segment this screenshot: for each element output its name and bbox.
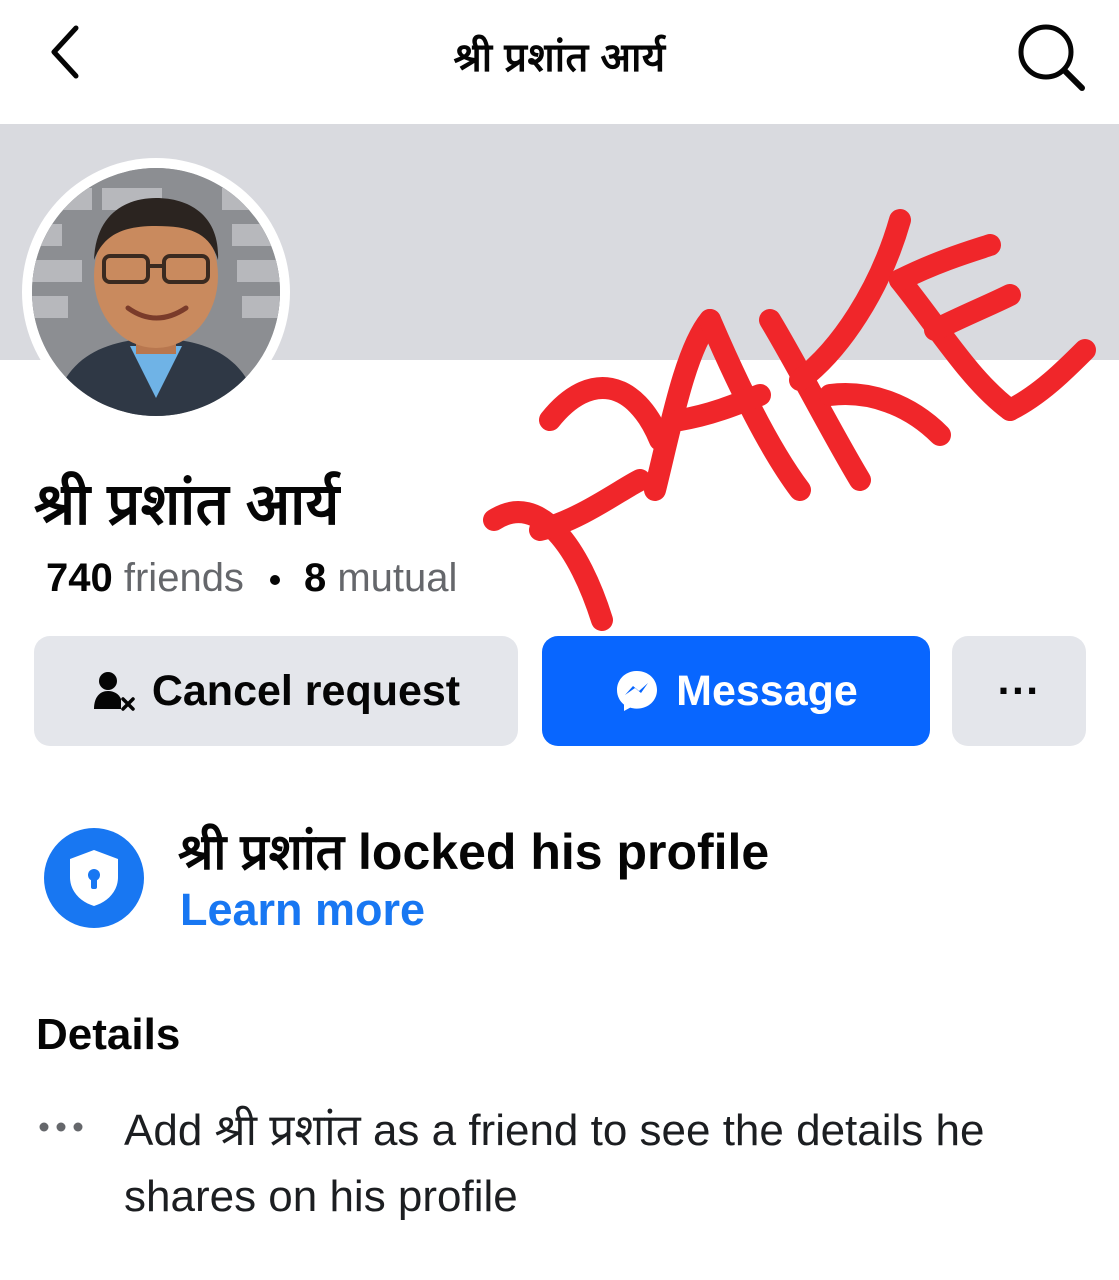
- separator-dot: [269, 575, 280, 586]
- cancel-request-label: Cancel request: [151, 666, 461, 715]
- learn-more-link[interactable]: Learn more: [180, 884, 425, 936]
- cancel-request-button[interactable]: Cancel request: [34, 636, 518, 746]
- search-icon: [1018, 24, 1085, 91]
- more-icon: ···: [997, 666, 1041, 715]
- messenger-icon: [617, 671, 658, 711]
- details-heading: Details: [36, 1010, 181, 1059]
- more-dots-icon: [39, 1122, 83, 1132]
- search-button[interactable]: [1012, 18, 1090, 96]
- details-text: Add श्री प्रशांत as a friend to see the …: [124, 1106, 985, 1221]
- locked-profile-title: श्री प्रशांत locked his profile: [178, 824, 770, 880]
- friends-summary[interactable]: 740 friends 8 mutual: [46, 556, 457, 601]
- friends-count: 740: [46, 556, 113, 600]
- avatar[interactable]: [32, 168, 280, 416]
- friends-label: friends: [123, 556, 244, 600]
- person-x-icon: [93, 672, 135, 711]
- header-title: श्री प्रशांत आर्य: [453, 36, 666, 80]
- message-label: Message: [676, 666, 858, 715]
- profile-name: श्री प्रशांत आर्य: [34, 472, 340, 537]
- more-options-button[interactable]: ···: [952, 636, 1086, 746]
- message-button[interactable]: Message: [542, 636, 930, 746]
- mutual-label: mutual: [337, 556, 458, 600]
- shield-lock-icon: [44, 828, 144, 928]
- mutual-count: 8: [303, 556, 327, 600]
